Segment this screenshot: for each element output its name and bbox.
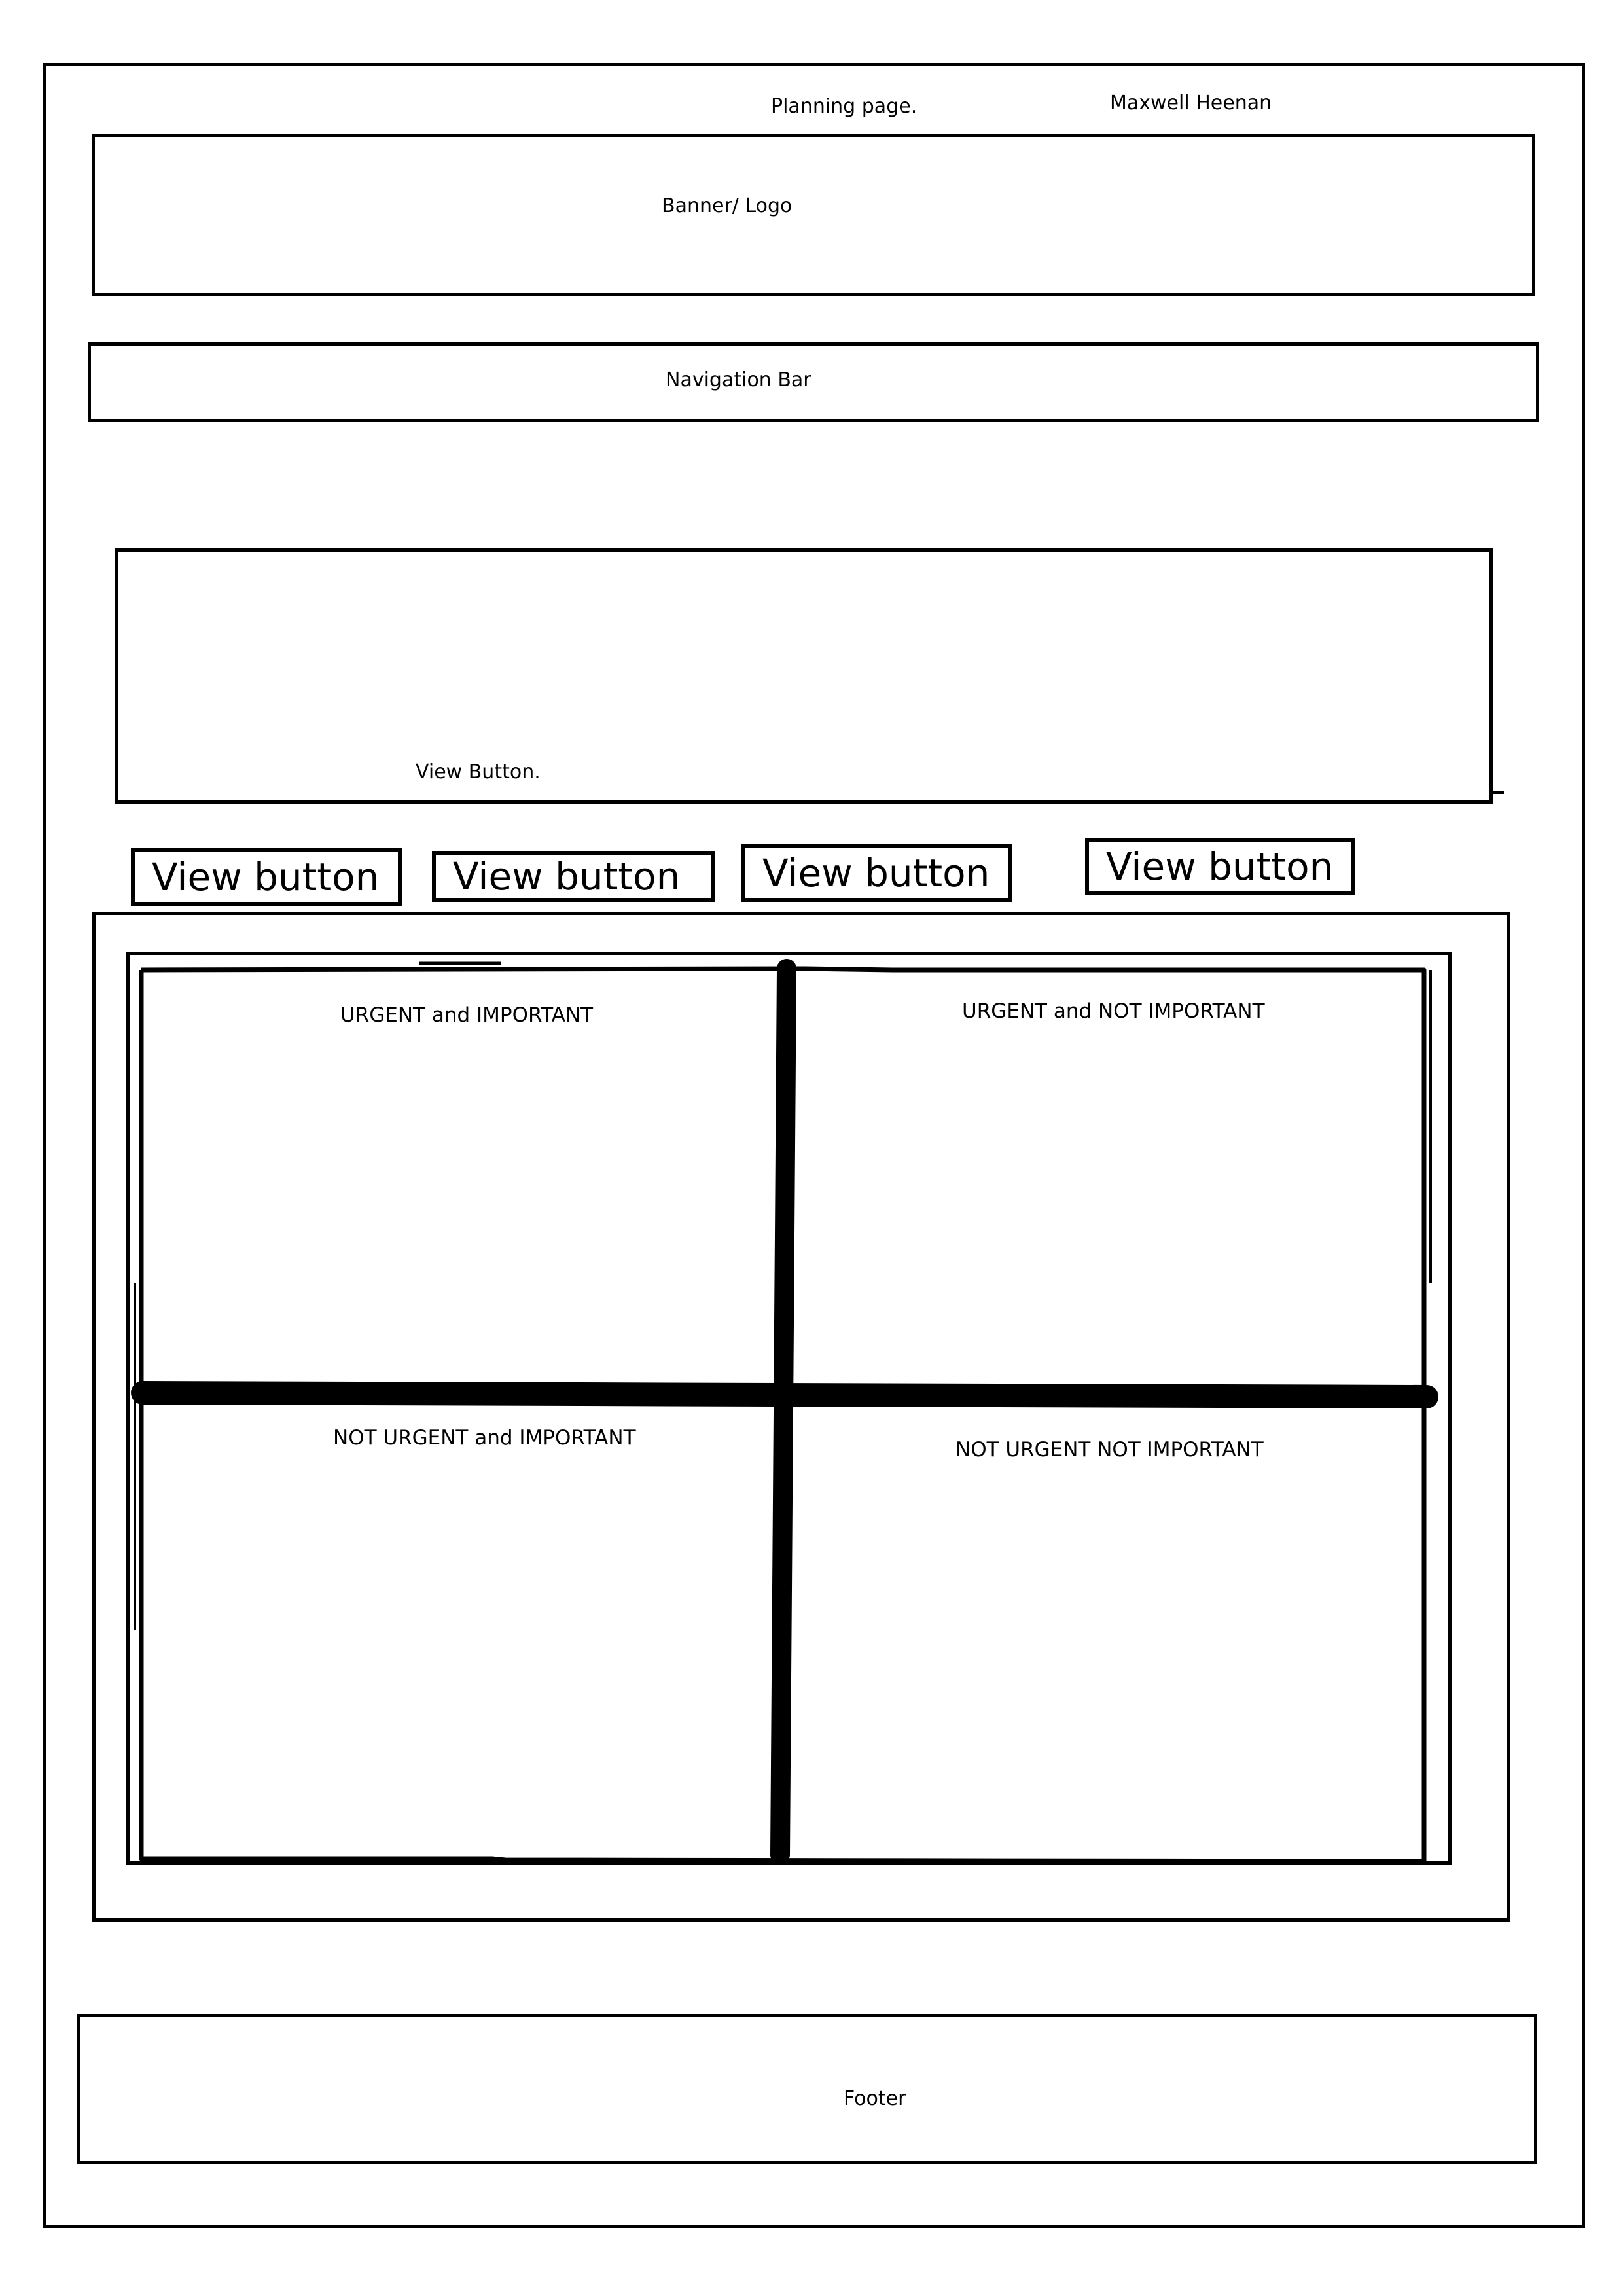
footer: Footer <box>77 2014 1537 2164</box>
matrix-vertical-divider <box>770 959 796 1865</box>
quadrant-urgent-not-important: URGENT and NOT IMPORTANT <box>962 999 1265 1023</box>
quadrant-urgent-important: URGENT and IMPORTANT <box>340 1003 594 1027</box>
matrix-grid <box>131 959 1438 1865</box>
quadrant-not-urgent-important: NOT URGENT and IMPORTANT <box>333 1426 636 1450</box>
quadrant-not-urgent-not-important: NOT URGENT NOT IMPORTANT <box>955 1438 1264 1462</box>
footer-label: Footer <box>844 2087 906 2110</box>
